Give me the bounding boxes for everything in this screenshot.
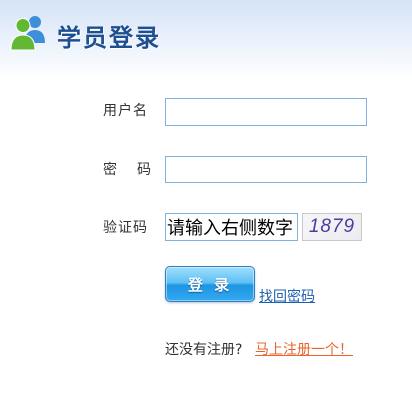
login-button[interactable]: 登 录 (165, 266, 255, 302)
password-label: 密 码 (103, 162, 154, 178)
captcha-input[interactable] (165, 213, 298, 241)
captcha-image[interactable]: 1879 (302, 213, 362, 241)
password-input[interactable] (165, 156, 367, 183)
register-prompt: 还没有注册? (165, 342, 243, 358)
username-input[interactable] (165, 98, 367, 126)
login-form: 用户名 密 码 验证码 1879 登 录 找回密码 还没有注册? 马上注册一个！ (0, 0, 412, 397)
register-link[interactable]: 马上注册一个！ (255, 341, 353, 359)
captcha-label: 验证码 (103, 220, 148, 236)
forgot-password-link[interactable]: 找回密码 (259, 288, 315, 306)
captcha-code: 1879 (308, 216, 356, 237)
username-label: 用户名 (103, 103, 148, 119)
